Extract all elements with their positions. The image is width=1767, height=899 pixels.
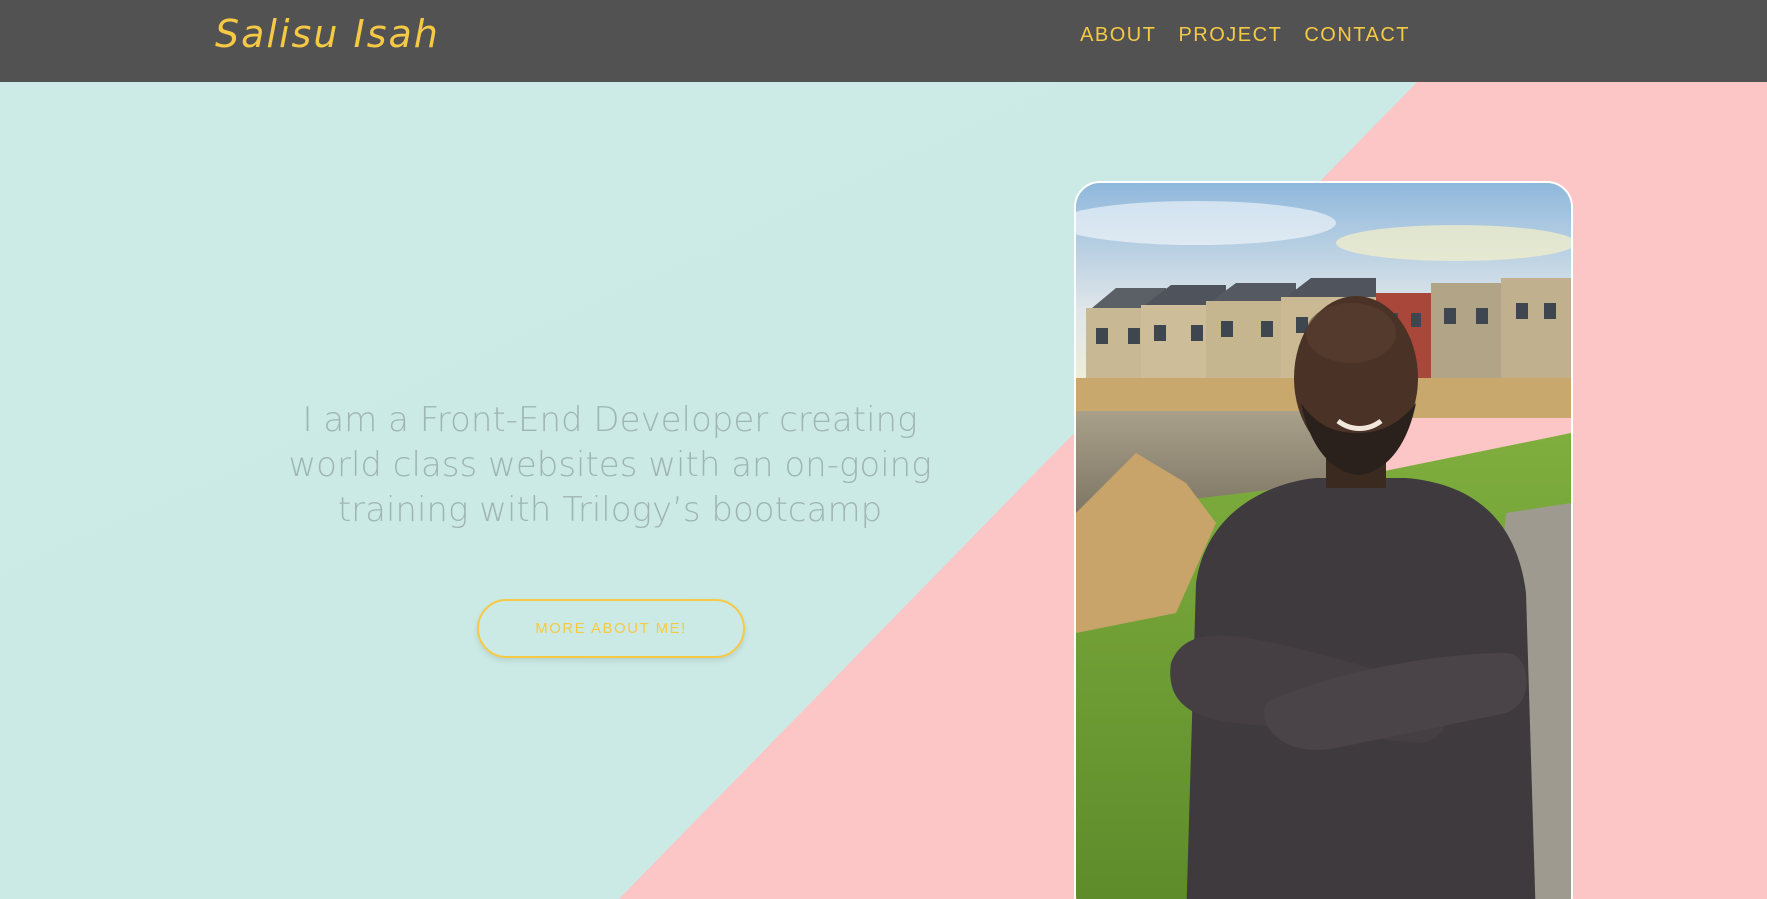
profile-photo — [1074, 181, 1573, 899]
hero-tagline: I am a Front-End Developer creating worl… — [288, 400, 932, 530]
nav-link-about[interactable]: ABOUT — [1080, 24, 1156, 47]
nav-link-project[interactable]: PROJECT — [1178, 24, 1282, 47]
profile-photo-image — [1076, 183, 1571, 899]
nav-menu: ABOUT PROJECT CONTACT — [1080, 24, 1410, 47]
nav-link-contact[interactable]: CONTACT — [1304, 24, 1410, 47]
navbar: Salisu Isah ABOUT PROJECT CONTACT — [0, 0, 1767, 82]
page: Salisu Isah ABOUT PROJECT CONTACT I am a… — [0, 0, 1767, 899]
more-about-me-button[interactable]: MORE ABOUT ME! — [477, 599, 745, 658]
brand-logo-link[interactable]: Salisu Isah — [215, 12, 440, 56]
